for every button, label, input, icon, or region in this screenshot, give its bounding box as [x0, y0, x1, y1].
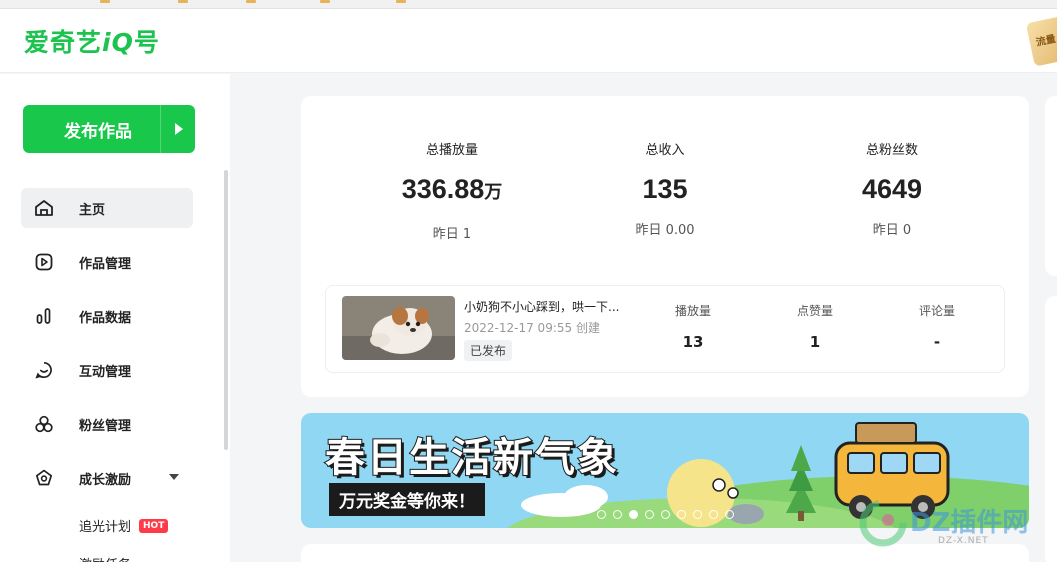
carousel-dot-active[interactable] — [629, 510, 638, 519]
badge-icon — [33, 467, 55, 489]
latest-video-row[interactable]: 小奶狗不小心踩到，哄一下... 2022-12-17 09:55 创建 已发布 … — [325, 285, 1005, 373]
video-title[interactable]: 小奶狗不小心踩到，哄一下... — [464, 298, 624, 315]
stat-total-income[interactable]: 总收入 135 昨日 0.00 — [575, 139, 755, 238]
carousel-dot[interactable] — [725, 510, 734, 519]
watermark-logo-icon — [859, 499, 907, 547]
carousel-dot[interactable] — [677, 510, 686, 519]
carousel-dot[interactable] — [613, 510, 622, 519]
video-thumbnail[interactable] — [342, 296, 455, 360]
sidebar-scrollbar[interactable] — [224, 170, 228, 450]
chevron-down-icon — [169, 474, 179, 480]
carousel-dot[interactable] — [693, 510, 702, 519]
right-panel-card — [1045, 96, 1057, 276]
iqiyi-logo[interactable]: 爱奇艺iQ号 — [24, 23, 160, 59]
metric-plays: 播放量 13 — [674, 304, 711, 351]
sidebar-subitem-zhuiguang[interactable]: 追光计划 HOT — [79, 516, 169, 535]
play-square-icon — [33, 251, 55, 273]
publish-button[interactable]: 发布作品 — [23, 105, 195, 153]
play-arrow-icon — [175, 123, 183, 135]
top-header: 爱奇艺iQ号 流量 — [0, 9, 1057, 73]
hot-badge: HOT — [139, 518, 169, 533]
traffic-badge[interactable]: 流量 — [1025, 15, 1057, 67]
sidebar-subitem-tasks[interactable]: 激励任务 — [79, 554, 131, 562]
carousel-dot[interactable] — [645, 510, 654, 519]
metric-comments: 评论量 - — [918, 304, 955, 351]
banner-title: 春日生活新气象 — [324, 434, 619, 482]
sidebar-item-fans[interactable]: 粉丝管理 — [21, 404, 193, 444]
chat-bubble-icon — [33, 359, 55, 381]
overview-card: 总播放量 336.88万 昨日 1 总收入 135 昨日 0.00 总粉丝数 4… — [301, 96, 1029, 397]
sidebar-item-data[interactable]: 作品数据 — [21, 296, 193, 336]
site-watermark: DZ插件网 DZ-X.NET — [858, 498, 1048, 554]
video-date: 2022-12-17 09:55 创建 — [464, 321, 600, 335]
sidebar-item-growth[interactable]: 成长激励 — [21, 458, 193, 498]
browser-strip — [0, 0, 1057, 9]
metric-likes: 点赞量 1 — [796, 304, 833, 351]
stat-total-fans[interactable]: 总粉丝数 4649 昨日 0 — [802, 139, 982, 238]
bookmark-mark[interactable] — [100, 0, 110, 3]
stat-total-plays[interactable]: 总播放量 336.88万 昨日 1 — [362, 139, 542, 242]
status-badge: 已发布 — [464, 340, 513, 361]
bookmark-mark[interactable] — [320, 0, 330, 3]
bookmark-mark[interactable] — [396, 0, 406, 3]
banner-subtitle: 万元奖金等你来！ — [329, 483, 485, 516]
sidebar: 发布作品 主页 作品管理 作品数据 互动管理 粉丝管理 成长激励 追光计划 HO… — [0, 74, 230, 562]
bookmark-mark[interactable] — [246, 0, 256, 3]
carousel-dot[interactable] — [597, 510, 606, 519]
sidebar-item-interaction[interactable]: 互动管理 — [21, 350, 193, 390]
fans-icon — [33, 413, 55, 435]
home-icon — [33, 197, 55, 219]
bar-chart-icon — [33, 305, 55, 327]
bookmark-mark[interactable] — [178, 0, 188, 3]
carousel-dot[interactable] — [709, 510, 718, 519]
sidebar-item-home[interactable]: 主页 — [21, 188, 193, 228]
sidebar-item-works[interactable]: 作品管理 — [21, 242, 193, 282]
carousel-dots — [597, 510, 734, 519]
carousel-dot[interactable] — [661, 510, 670, 519]
